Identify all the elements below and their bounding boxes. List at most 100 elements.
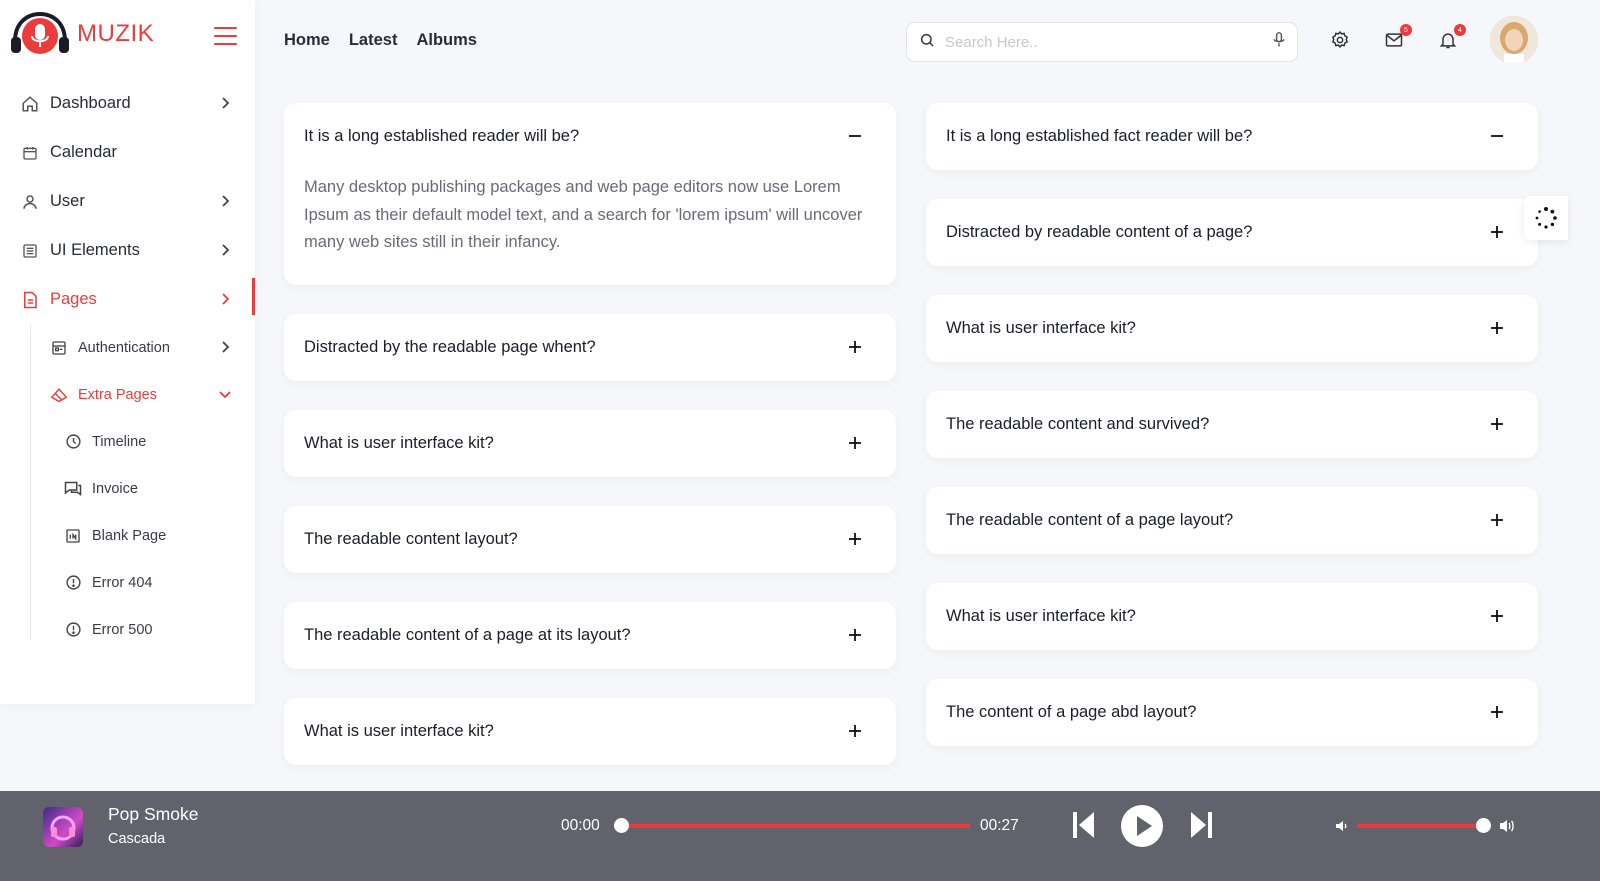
microphone-logo-icon [11, 11, 69, 57]
faq-card[interactable]: The readable content of a page at its la… [284, 601, 896, 669]
sidebar-item-extra-pages[interactable]: Extra Pages [0, 371, 255, 418]
faq-question: Distracted by readable content of a page… [946, 223, 1253, 241]
faq-card[interactable]: What is user interface kit? [926, 295, 1538, 362]
faq-card[interactable]: It is a long established reader will be?… [284, 103, 896, 285]
music-player: Pop Smoke Cascada 00:00 00:27 [0, 791, 1600, 881]
sidebar-item-error-404[interactable]: Error 404 [0, 559, 255, 606]
faq-card[interactable]: Distracted by readable content of a page… [926, 199, 1538, 266]
avatar[interactable] [1490, 16, 1538, 64]
plus-icon[interactable] [848, 532, 862, 546]
nav-albums[interactable]: Albums [416, 31, 477, 50]
faq-question-row[interactable]: Distracted by the readable page whent? [284, 314, 896, 381]
play-button[interactable] [1120, 804, 1164, 853]
faq-question-row[interactable]: The content of a page abd layout? [926, 679, 1538, 746]
minus-icon[interactable] [848, 129, 862, 143]
search-input[interactable] [945, 33, 1273, 51]
faq-card[interactable]: What is user interface kit? [284, 697, 896, 765]
faq-question: The readable content and survived? [946, 415, 1210, 433]
faq-question: Distracted by the readable page whent? [304, 337, 596, 356]
chevron-right-icon [218, 194, 232, 208]
sidebar-item-calendar[interactable]: Calendar [0, 128, 255, 177]
sidebar-item-timeline[interactable]: Timeline [0, 418, 255, 465]
sidebar-item-invoice[interactable]: Invoice [0, 465, 255, 512]
chevron-right-icon [218, 340, 232, 354]
sidebar-item-user[interactable]: User [0, 177, 255, 226]
faq-card[interactable]: The readable content layout? [284, 505, 896, 573]
faq-question: The readable content of a page layout? [946, 511, 1234, 529]
faq-question-row[interactable]: Distracted by readable content of a page… [926, 199, 1538, 266]
menu-toggle-icon[interactable] [214, 27, 237, 47]
current-time: 00:00 [561, 817, 600, 834]
progress-bar[interactable] [621, 824, 970, 828]
faq-column-right: It is a long established fact reader wil… [926, 103, 1538, 775]
sidebar-item-ui-elements[interactable]: UI Elements [0, 226, 255, 275]
faq-question-row[interactable]: It is a long established fact reader wil… [926, 103, 1538, 170]
alert-circle-icon [64, 574, 82, 592]
faq-question: It is a long established fact reader wil… [946, 127, 1253, 145]
faq-question-row[interactable]: The readable content of a page at its la… [284, 602, 896, 669]
album-cover[interactable] [43, 807, 83, 847]
mail-icon[interactable]: 5 [1384, 24, 1412, 52]
faq-question-row[interactable]: What is user interface kit? [926, 295, 1538, 362]
faq-card[interactable]: The readable content of a page layout? [926, 487, 1538, 554]
faq-question-row[interactable]: The readable content and survived? [926, 391, 1538, 458]
plus-icon[interactable] [848, 724, 862, 738]
sub-sub-label: Error 404 [92, 574, 153, 591]
faq-question: The content of a page abd layout? [946, 703, 1197, 721]
mail-badge: 5 [1400, 24, 1412, 36]
volume-handle[interactable] [1476, 818, 1491, 833]
plus-icon[interactable] [1490, 321, 1504, 335]
plus-icon[interactable] [1490, 609, 1504, 623]
progress-handle[interactable] [614, 818, 629, 833]
volume-slider[interactable] [1357, 824, 1483, 828]
sidebar-nav: Dashboard Calendar User UI Elements Page… [0, 79, 255, 653]
faq-column-left: It is a long established reader will be?… [284, 103, 896, 794]
search-icon [919, 32, 935, 53]
sidebar-item-authentication[interactable]: Authentication [0, 324, 255, 371]
faq-question-row[interactable]: What is user interface kit? [284, 410, 896, 477]
nav-home[interactable]: Home [284, 31, 330, 50]
faq-question-row[interactable]: The readable content layout? [284, 506, 896, 573]
plus-icon[interactable] [1490, 513, 1504, 527]
sidebar-item-error-500[interactable]: Error 500 [0, 606, 255, 653]
chevron-right-icon [218, 292, 232, 306]
faq-question: The readable content layout? [304, 529, 518, 548]
plus-icon[interactable] [848, 628, 862, 642]
faq-question: It is a long established reader will be? [304, 127, 580, 145]
faq-question: What is user interface kit? [946, 607, 1136, 625]
chevron-down-icon [218, 387, 232, 401]
plus-icon[interactable] [1490, 417, 1504, 431]
minus-icon[interactable] [1490, 129, 1504, 143]
faq-question-row[interactable]: What is user interface kit? [284, 698, 896, 765]
faq-card[interactable]: It is a long established fact reader wil… [926, 103, 1538, 170]
settings-loader-icon[interactable] [1524, 196, 1568, 240]
faq-question-row[interactable]: What is user interface kit? [926, 583, 1538, 650]
faq-question-row[interactable]: The readable content of a page layout? [926, 487, 1538, 554]
bell-icon[interactable]: 4 [1438, 24, 1466, 52]
faq-card[interactable]: What is user interface kit? [926, 583, 1538, 650]
plus-icon[interactable] [1490, 225, 1504, 239]
faq-card[interactable]: Distracted by the readable page whent? [284, 313, 896, 381]
sidebar-item-label: Dashboard [50, 94, 131, 112]
faq-question-row[interactable]: It is a long established reader will be? [284, 103, 896, 170]
faq-card[interactable]: The content of a page abd layout? [926, 679, 1538, 746]
faq-answer: Many desktop publishing packages and web… [304, 178, 863, 251]
gear-icon[interactable] [1330, 30, 1352, 52]
plus-icon[interactable] [848, 340, 862, 354]
sidebar-item-blank-page[interactable]: Blank Page [0, 512, 255, 559]
top-nav: Home Latest Albums [284, 31, 477, 50]
microphone-icon[interactable] [1273, 31, 1285, 53]
plus-icon[interactable] [848, 436, 862, 450]
next-track-icon[interactable] [1189, 810, 1213, 845]
faq-card[interactable]: The readable content and survived? [926, 391, 1538, 458]
plus-icon[interactable] [1490, 705, 1504, 719]
sidebar-item-dashboard[interactable]: Dashboard [0, 79, 255, 128]
sidebar-item-pages[interactable]: Pages [0, 275, 255, 324]
nav-latest[interactable]: Latest [349, 31, 398, 50]
volume-low-icon[interactable] [1335, 819, 1349, 838]
volume-high-icon[interactable] [1499, 818, 1517, 839]
logo[interactable]: MUZIK [11, 11, 154, 57]
track-title: Pop Smoke [108, 804, 199, 824]
previous-track-icon[interactable] [1072, 810, 1096, 845]
faq-card[interactable]: What is user interface kit? [284, 409, 896, 477]
